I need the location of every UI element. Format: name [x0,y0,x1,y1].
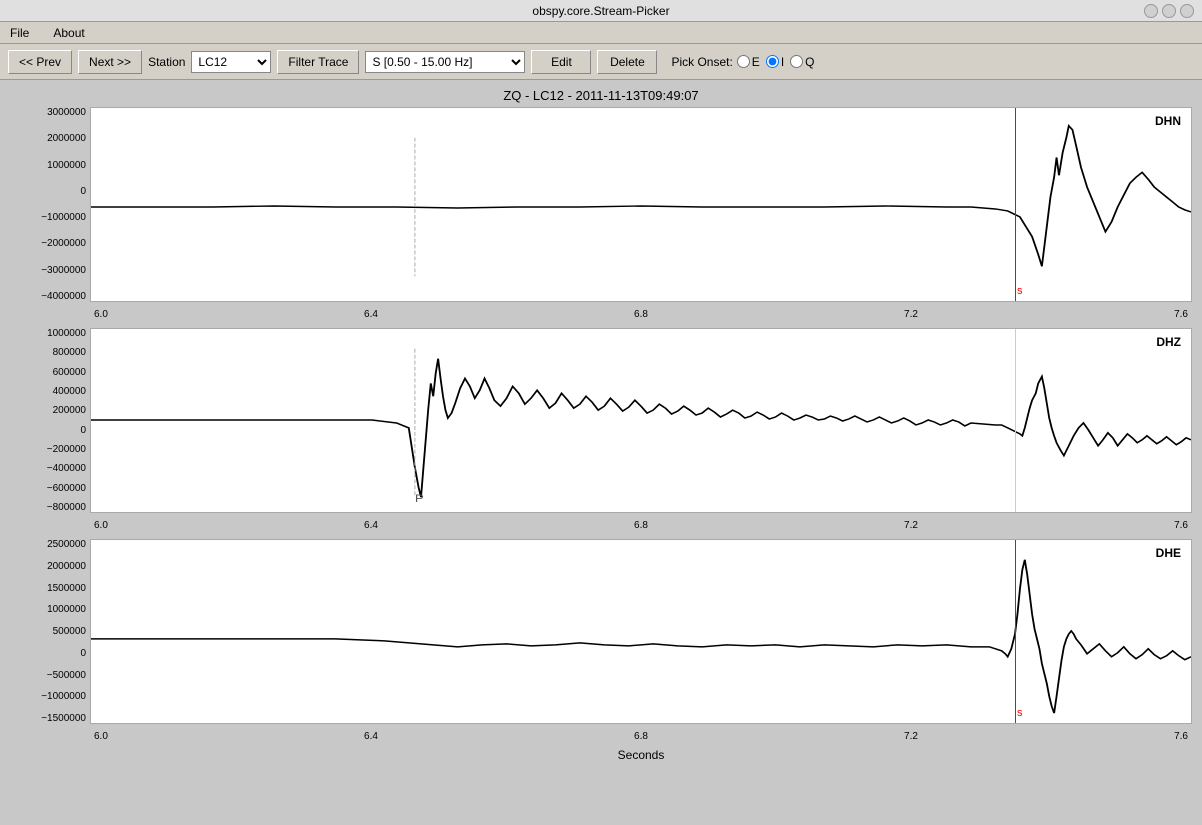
menu-file[interactable]: File [4,24,35,42]
filter-select[interactable]: S [0.50 - 15.00 Hz] [365,51,525,73]
pick-onset-label: Pick Onset: [671,55,732,69]
chart-dhn: 3000000 2000000 1000000 0 −1000000 −2000… [10,107,1192,302]
radio-e-label: E [752,55,760,69]
content-area: ZQ - LC12 - 2011-11-13T09:49:07 3000000 … [0,80,1202,766]
x-axis-label: Seconds [90,748,1192,762]
chart-container: 3000000 2000000 1000000 0 −1000000 −2000… [10,107,1192,762]
chart-dhe: 2500000 2000000 1500000 1000000 500000 0… [10,539,1192,724]
edit-button[interactable]: Edit [531,50,591,74]
waveform-dhn [91,108,1191,301]
red-line-dhe [1015,540,1016,723]
svg-text:P: P [415,492,424,504]
chart-area-dhe[interactable]: DHE s [90,539,1192,724]
radio-q-label: Q [805,55,814,69]
radio-i[interactable]: I [766,55,784,69]
x-axis-dhe: 6.0 6.4 6.8 7.2 7.6 [90,731,1192,742]
menu-about[interactable]: About [47,24,90,42]
radio-q-input[interactable] [790,55,803,68]
dhz-label: DHZ [1156,335,1181,349]
chart-dhz: 1000000 800000 600000 400000 200000 0 −2… [10,328,1192,513]
radio-e-input[interactable] [737,55,750,68]
minimize-button[interactable] [1144,4,1158,18]
s-label-dhe: s [1017,707,1023,719]
window-controls [1144,4,1194,18]
red-line-dhn [1015,108,1016,301]
dhn-label: DHN [1155,114,1181,128]
radio-i-label: I [781,55,784,69]
x-axis-dhz: 6.0 6.4 6.8 7.2 7.6 [90,520,1192,531]
maximize-button[interactable] [1162,4,1176,18]
y-axis-dhz: 1000000 800000 600000 400000 200000 0 −2… [10,328,90,513]
radio-i-input[interactable] [766,55,779,68]
y-axis-dhe: 2500000 2000000 1500000 1000000 500000 0… [10,539,90,724]
chart-area-dhn[interactable]: DHN s [90,107,1192,302]
close-button[interactable] [1180,4,1194,18]
x-axis-row-dhe: 6.0 6.4 6.8 7.2 7.6 [90,726,1192,746]
pick-onset-group: Pick Onset: E I Q [671,55,814,69]
next-button[interactable]: Next >> [78,50,142,74]
menu-bar: File About [0,22,1202,44]
y-axis-dhn: 3000000 2000000 1000000 0 −1000000 −2000… [10,107,90,302]
station-label: Station [148,55,185,69]
radio-q[interactable]: Q [790,55,814,69]
guide-line-dhz [1015,329,1016,512]
radio-group: E I Q [737,55,815,69]
waveform-dhz: P [91,329,1191,512]
chart-area-dhz[interactable]: DHZ P [90,328,1192,513]
prev-button[interactable]: << Prev [8,50,72,74]
x-axis-dhn: 6.0 6.4 6.8 7.2 7.6 [90,309,1192,320]
s-label-dhn: s [1017,285,1023,297]
waveform-dhe [91,540,1191,723]
x-axis-row-dhn: 6.0 6.4 6.8 7.2 7.6 [90,304,1192,324]
station-select[interactable]: LC12 [191,51,271,73]
chart-title: ZQ - LC12 - 2011-11-13T09:49:07 [10,88,1192,103]
x-axis-row-dhz: 6.0 6.4 6.8 7.2 7.6 [90,515,1192,535]
dhe-label: DHE [1156,546,1181,560]
delete-button[interactable]: Delete [597,50,657,74]
toolbar: << Prev Next >> Station LC12 Filter Trac… [0,44,1202,80]
radio-e[interactable]: E [737,55,760,69]
window-title: obspy.core.Stream-Picker [532,4,669,18]
title-bar: obspy.core.Stream-Picker [0,0,1202,22]
filter-trace-button[interactable]: Filter Trace [277,50,359,74]
